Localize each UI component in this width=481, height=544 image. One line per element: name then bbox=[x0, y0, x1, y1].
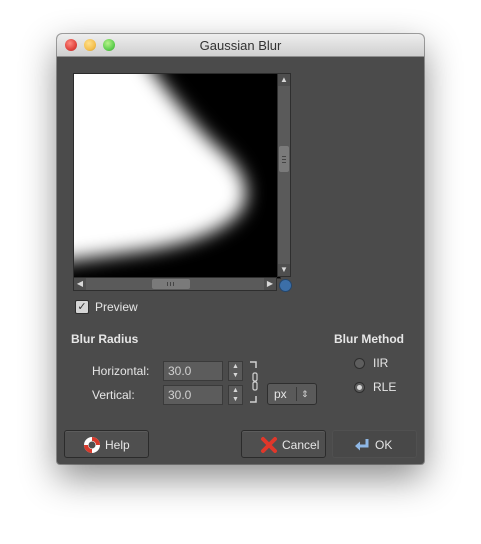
cancel-x-icon bbox=[261, 437, 277, 453]
window-title: Gaussian Blur bbox=[199, 38, 282, 53]
scroll-down-icon[interactable]: ▼ bbox=[278, 264, 290, 276]
title-bar[interactable]: Gaussian Blur bbox=[57, 34, 424, 57]
cancel-label: Cancel bbox=[282, 438, 320, 452]
preview-vertical-scrollbar[interactable]: ▲ ▼ bbox=[277, 73, 291, 277]
lifebuoy-icon bbox=[84, 437, 100, 453]
preview-label[interactable]: Preview bbox=[95, 300, 138, 314]
increment-icon[interactable]: ▲ bbox=[229, 362, 242, 371]
ok-label: OK bbox=[375, 438, 393, 452]
radio-iir[interactable] bbox=[354, 358, 365, 369]
gaussian-blur-dialog: Gaussian Blur ▲ ▼ ◀ ▶ ✓ Preview Blur Rad… bbox=[57, 34, 424, 464]
scroll-up-icon[interactable]: ▲ bbox=[278, 74, 290, 86]
ok-button[interactable]: OK bbox=[332, 430, 417, 458]
preview-image bbox=[74, 74, 280, 278]
decrement-icon[interactable]: ▼ bbox=[229, 371, 242, 380]
vertical-label: Vertical: bbox=[92, 388, 135, 402]
radio-rle[interactable] bbox=[354, 382, 365, 393]
blur-method-heading: Blur Method bbox=[334, 332, 404, 346]
help-label: Help bbox=[105, 438, 130, 452]
horizontal-stepper[interactable]: ▲ ▼ bbox=[228, 361, 243, 381]
preview-canvas[interactable] bbox=[73, 73, 281, 279]
chain-link-icon[interactable] bbox=[249, 360, 259, 404]
scroll-right-icon[interactable]: ▶ bbox=[264, 278, 276, 290]
scroll-left-icon[interactable]: ◀ bbox=[74, 278, 86, 290]
unit-value: px bbox=[274, 387, 287, 401]
unit-select[interactable]: px ⇕ bbox=[267, 383, 317, 405]
preview-horizontal-scrollbar[interactable]: ◀ ▶ bbox=[73, 277, 277, 291]
decrement-icon[interactable]: ▼ bbox=[229, 395, 242, 404]
increment-icon[interactable]: ▲ bbox=[229, 386, 242, 395]
enter-arrow-icon bbox=[355, 439, 369, 451]
horizontal-input[interactable]: 30.0 bbox=[163, 361, 223, 381]
vertical-scroll-thumb[interactable] bbox=[279, 146, 289, 172]
vertical-input[interactable]: 30.0 bbox=[163, 385, 223, 405]
horizontal-scroll-thumb[interactable] bbox=[152, 279, 190, 289]
rle-label[interactable]: RLE bbox=[373, 380, 396, 394]
cancel-button[interactable]: Cancel bbox=[241, 430, 326, 458]
navigate-icon[interactable] bbox=[279, 279, 292, 292]
preview-checkbox[interactable]: ✓ bbox=[75, 300, 89, 314]
horizontal-label: Horizontal: bbox=[92, 364, 150, 378]
chevron-updown-icon: ⇕ bbox=[301, 389, 309, 399]
blur-radius-heading: Blur Radius bbox=[71, 332, 139, 346]
vertical-stepper[interactable]: ▲ ▼ bbox=[228, 385, 243, 405]
help-button[interactable]: Help bbox=[64, 430, 149, 458]
iir-label[interactable]: IIR bbox=[373, 356, 388, 370]
